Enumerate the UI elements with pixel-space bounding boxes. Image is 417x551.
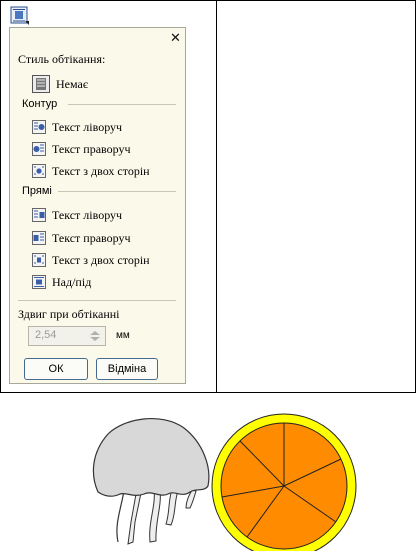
contour-text-right-label: Текст праворуч — [52, 141, 131, 156]
contour-text-left-option[interactable]: Текст ліворуч — [32, 118, 122, 136]
straight-text-right-option[interactable]: Текст праворуч — [32, 229, 131, 247]
straight-text-both-option[interactable]: Текст з двох сторін — [32, 251, 150, 269]
wrap-none-option[interactable]: Немає — [32, 75, 88, 93]
cancel-button[interactable]: Відміна — [96, 358, 158, 380]
straight-text-left-option[interactable]: Текст ліворуч — [32, 206, 122, 224]
contour-text-both-label: Текст з двох сторін — [52, 163, 150, 178]
illustration — [92, 413, 357, 551]
straight-text-both-label: Текст з двох сторін — [52, 252, 150, 267]
text-wrap-dialog: ✕ Стиль обтікання: Немає Контур Текст лі… — [9, 27, 186, 384]
offset-value[interactable]: 2,54 — [35, 329, 56, 341]
straight-above-below-label: Над/під — [52, 274, 92, 289]
jellyfish-image — [92, 417, 210, 545]
contour-heading: Контур — [22, 98, 58, 110]
offset-separator — [18, 300, 176, 301]
wrap-style-label: Стиль обтікання: — [18, 52, 106, 66]
offset-unit: мм — [116, 330, 130, 341]
contour-text-right-option[interactable]: Текст праворуч — [32, 140, 131, 158]
straight-text-right-label: Текст праворуч — [52, 230, 131, 245]
wrap-square-both-icon — [32, 253, 46, 267]
wrap-both-sides-icon — [32, 164, 46, 178]
straight-heading: Прямі — [22, 185, 52, 197]
straight-separator — [58, 191, 176, 192]
contour-text-both-option[interactable]: Текст з двох сторін — [32, 162, 150, 180]
text-wrap-toolbar-icon[interactable] — [10, 6, 30, 26]
close-icon[interactable]: ✕ — [170, 31, 181, 46]
table-cell-right — [216, 0, 416, 393]
ok-button[interactable]: ОК — [24, 358, 88, 380]
wrap-square-left-icon — [32, 208, 46, 222]
wrap-none-label: Немає — [56, 76, 88, 91]
offset-spinner[interactable]: 2,54 — [28, 326, 106, 346]
wrap-none-icon — [32, 75, 50, 93]
wrap-left-icon — [32, 120, 46, 134]
contour-separator — [68, 104, 176, 105]
straight-above-below-option[interactable]: Над/під — [32, 273, 91, 291]
straight-text-left-label: Текст ліворуч — [52, 207, 123, 222]
orange-slice-image — [211, 413, 357, 551]
wrap-above-below-icon — [32, 275, 46, 289]
contour-text-left-label: Текст ліворуч — [52, 119, 123, 134]
wrap-right-icon — [32, 142, 46, 156]
wrap-square-right-icon — [32, 231, 46, 245]
offset-label: Здвиг при обтіканні — [18, 307, 120, 321]
spinner-arrows-icon[interactable] — [86, 328, 104, 344]
